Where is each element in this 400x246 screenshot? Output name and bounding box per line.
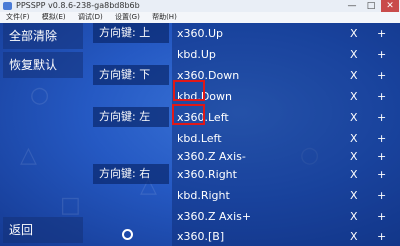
highlight-box xyxy=(172,104,205,125)
add-binding-button[interactable]: + xyxy=(377,65,386,86)
binding-label: x360.Up xyxy=(177,27,224,40)
bg-circle-icon: ○ xyxy=(30,83,50,108)
menu-file[interactable]: 文件(F) xyxy=(6,13,30,21)
maximize-button[interactable]: □ xyxy=(362,0,380,12)
binding-label: x360.Z Axis- xyxy=(177,150,246,163)
menu-help[interactable]: 帮助(H) xyxy=(152,13,177,21)
remove-binding-button[interactable]: X xyxy=(350,107,358,128)
binding-row[interactable]: x360.[B] X + xyxy=(172,227,400,246)
controls-mapping-screen: △ □ ○ ✕ △ ○ 全部清除 恢复默认 返回 方向键: 上 方向键: 下 方… xyxy=(0,23,400,246)
binding-row[interactable]: x360.Left X + xyxy=(172,107,400,128)
restore-default-button[interactable]: 恢复默认 xyxy=(3,52,83,78)
binding-row[interactable]: kbd.Up X + xyxy=(172,44,400,65)
binding-label: kbd.Right xyxy=(177,189,230,202)
binding-label: x360.Right xyxy=(177,168,237,181)
binding-label: kbd.Left xyxy=(177,132,222,145)
bg-triangle-icon: △ xyxy=(20,143,37,168)
app-icon xyxy=(3,2,12,10)
add-binding-button[interactable]: + xyxy=(377,107,386,128)
remove-binding-button[interactable]: X xyxy=(350,185,358,206)
binding-row[interactable]: x360.Z Axis+ X + xyxy=(172,206,400,227)
add-binding-button[interactable]: + xyxy=(377,164,386,185)
menu-debug[interactable]: 调试(D) xyxy=(78,13,103,21)
remove-binding-button[interactable]: X xyxy=(350,23,358,44)
menu-emulation[interactable]: 模拟(E) xyxy=(42,13,66,21)
binding-label: x360.Z Axis+ xyxy=(177,210,252,223)
binding-row[interactable]: kbd.Right X + xyxy=(172,185,400,206)
circle-button-icon xyxy=(122,229,133,240)
back-button[interactable]: 返回 xyxy=(3,217,83,243)
remove-binding-button[interactable]: X xyxy=(350,86,358,107)
dpad-right-label: 方向键: 右 xyxy=(93,164,169,184)
close-button[interactable]: ✕ xyxy=(381,0,399,12)
minimize-button[interactable]: — xyxy=(343,0,361,12)
binding-label: kbd.Up xyxy=(177,48,216,61)
remove-binding-button[interactable]: X xyxy=(350,65,358,86)
binding-row[interactable]: x360.Down X + xyxy=(172,65,400,86)
remove-binding-button[interactable]: X xyxy=(350,227,358,246)
dpad-up-label: 方向键: 上 xyxy=(93,23,169,43)
add-binding-button[interactable]: + xyxy=(377,185,386,206)
binding-row[interactable]: x360.Right X + xyxy=(172,164,400,185)
dpad-down-label: 方向键: 下 xyxy=(93,65,169,85)
remove-binding-button[interactable]: X xyxy=(350,206,358,227)
add-binding-button[interactable]: + xyxy=(377,206,386,227)
binding-label: x360.[B] xyxy=(177,230,225,243)
binding-row[interactable]: x360.Z Axis- X + xyxy=(172,149,400,164)
binding-row[interactable]: kbd.Left X + xyxy=(172,128,400,149)
binding-row[interactable]: kbd.Down X + xyxy=(172,86,400,107)
add-binding-button[interactable]: + xyxy=(377,149,386,164)
menu-settings[interactable]: 设置(G) xyxy=(115,13,140,21)
add-binding-button[interactable]: + xyxy=(377,227,386,246)
remove-binding-button[interactable]: X xyxy=(350,149,358,164)
dpad-left-label: 方向键: 左 xyxy=(93,107,169,127)
add-binding-button[interactable]: + xyxy=(377,23,386,44)
highlight-box xyxy=(173,80,205,101)
add-binding-button[interactable]: + xyxy=(377,86,386,107)
remove-binding-button[interactable]: X xyxy=(350,44,358,65)
add-binding-button[interactable]: + xyxy=(377,44,386,65)
add-binding-button[interactable]: + xyxy=(377,128,386,149)
remove-binding-button[interactable]: X xyxy=(350,128,358,149)
window-title: PPSSPP v0.8.6-238-ga8bd8b6b xyxy=(16,1,140,10)
bg-square-icon: □ xyxy=(60,193,81,218)
remove-binding-button[interactable]: X xyxy=(350,164,358,185)
binding-row[interactable]: x360.Up X + xyxy=(172,23,400,44)
clear-all-button[interactable]: 全部清除 xyxy=(3,23,83,49)
